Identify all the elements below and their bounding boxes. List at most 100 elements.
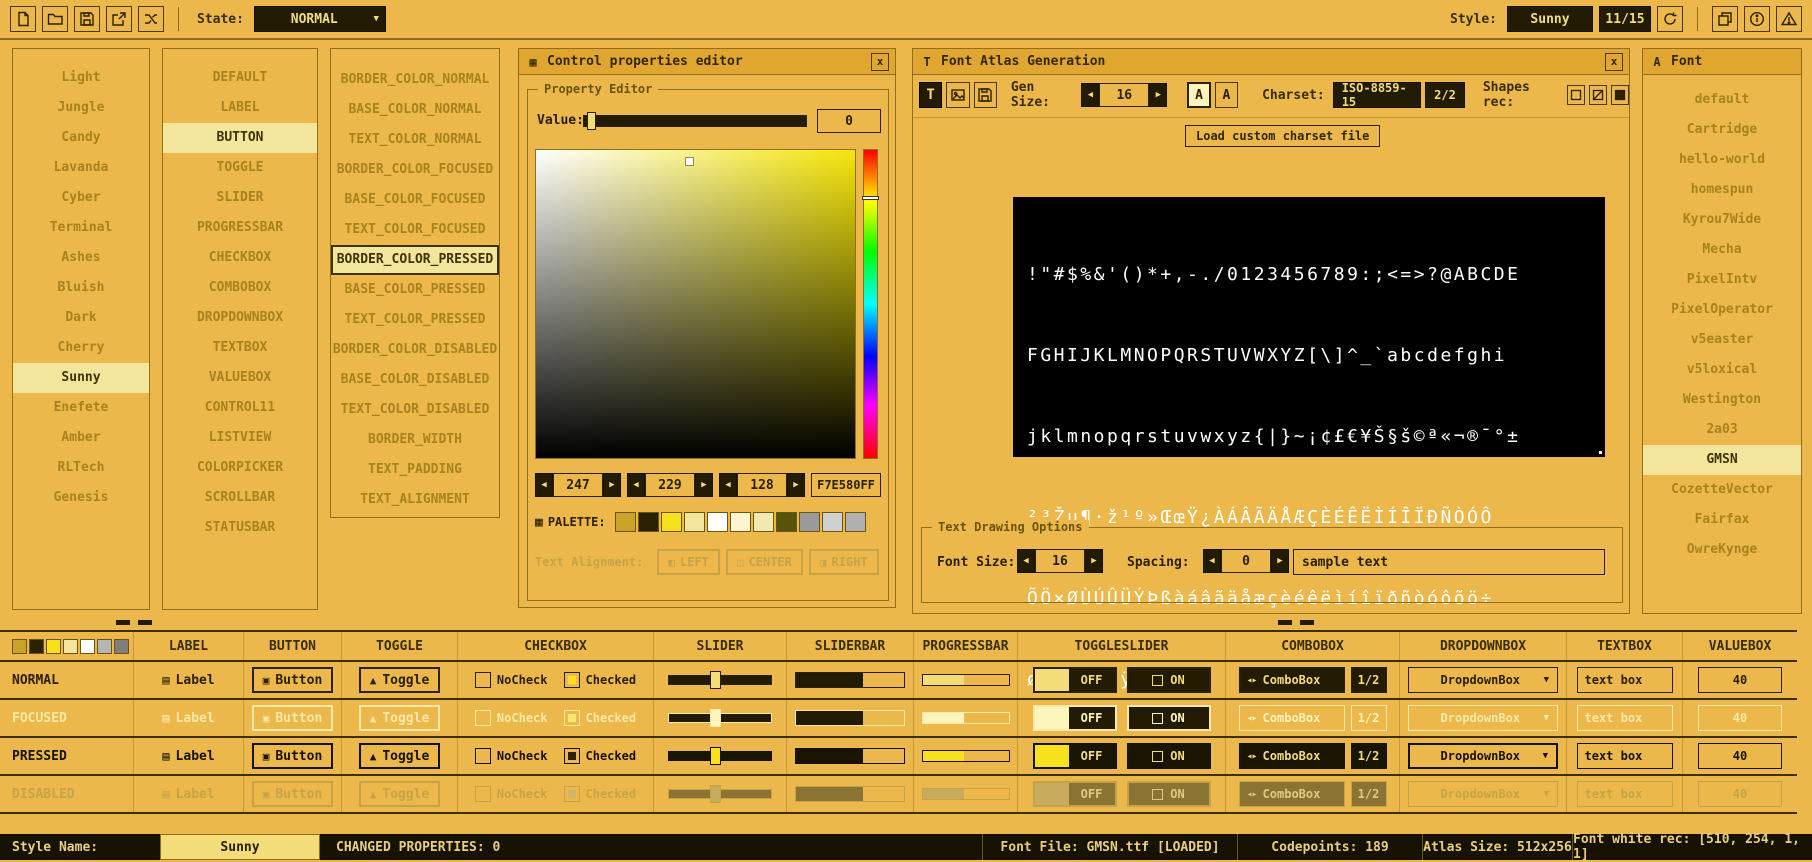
style-counter[interactable]: 11/15 xyxy=(1599,6,1651,32)
property-item[interactable]: TEXT_COLOR_PRESSED xyxy=(331,305,499,335)
blue-value[interactable]: 128 xyxy=(737,473,787,497)
palette-swatch[interactable] xyxy=(753,512,774,532)
control-item[interactable]: CHECKBOX xyxy=(163,243,317,273)
spinner-increase-button[interactable]: ▶ xyxy=(1149,83,1167,107)
spinner-increase-button[interactable]: ▶ xyxy=(1085,549,1103,573)
demo-toggle[interactable]: ▲Toggle xyxy=(359,705,441,731)
style-item[interactable]: Cherry xyxy=(13,333,149,363)
value-box[interactable]: 0 xyxy=(817,109,881,133)
control-item[interactable]: PROGRESSBAR xyxy=(163,213,317,243)
charset-pages[interactable]: 2/2 xyxy=(1425,82,1465,108)
demo-sliderbar[interactable] xyxy=(795,672,905,688)
new-style-button[interactable] xyxy=(10,6,36,32)
demo-textbox[interactable]: text box xyxy=(1577,743,1673,769)
spinner-increase-button[interactable]: ▶ xyxy=(1271,549,1289,573)
demo-toggleslider-on[interactable]: ON xyxy=(1127,667,1211,693)
demo-dropdownbox[interactable]: DropdownBox▼ xyxy=(1408,743,1558,769)
red-value[interactable]: 247 xyxy=(553,473,603,497)
spinner-increase-button[interactable]: ▶ xyxy=(603,473,621,497)
font-item[interactable]: Westington xyxy=(1643,385,1801,415)
control-item[interactable]: CONTROL11 xyxy=(163,393,317,423)
property-item[interactable]: TEXT_COLOR_NORMAL xyxy=(331,125,499,155)
hex-value-box[interactable]: F7E580FF xyxy=(811,473,881,497)
gen-size-value[interactable]: 16 xyxy=(1099,83,1149,107)
close-icon[interactable]: x xyxy=(1605,53,1623,71)
demo-textbox[interactable]: text box xyxy=(1577,667,1673,693)
palette-swatch[interactable] xyxy=(707,512,728,532)
style-item[interactable]: Genesis xyxy=(13,483,149,513)
font-item-selected[interactable]: GMSN xyxy=(1643,445,1801,475)
demo-textbox[interactable]: text box xyxy=(1577,705,1673,731)
value-slider-knob[interactable] xyxy=(587,112,596,130)
demo-dropdownbox[interactable]: DropdownBox▼ xyxy=(1408,705,1558,731)
combobox-counter[interactable]: 1/2 xyxy=(1351,743,1387,769)
font-item[interactable]: PixelOperator xyxy=(1643,295,1801,325)
demo-toggle[interactable]: ▲Toggle xyxy=(359,667,441,693)
control-item[interactable]: LISTVIEW xyxy=(163,423,317,453)
about-button[interactable] xyxy=(1776,6,1802,32)
font-item[interactable]: v5easter xyxy=(1643,325,1801,355)
control-item[interactable]: TOGGLE xyxy=(163,153,317,183)
demo-button[interactable]: ▣Button xyxy=(252,667,334,693)
font-item[interactable]: Cartridge xyxy=(1643,115,1801,145)
slider-knob[interactable] xyxy=(710,671,721,689)
color-picker-marker[interactable] xyxy=(686,158,693,165)
export-atlas-button[interactable] xyxy=(974,82,997,108)
demo-valuebox[interactable]: 40 xyxy=(1698,667,1782,693)
property-item[interactable]: BORDER_COLOR_NORMAL xyxy=(331,65,499,95)
control-item[interactable]: LABEL xyxy=(163,93,317,123)
demo-checkbox-unchecked[interactable]: NoCheck xyxy=(475,748,548,764)
palette-swatch[interactable] xyxy=(638,512,659,532)
demo-toggleslider-off[interactable]: OFF xyxy=(1033,743,1117,769)
window-titlebar[interactable]: T Font Atlas Generation x xyxy=(913,49,1629,75)
control-item[interactable]: DROPDOWNBOX xyxy=(163,303,317,333)
demo-combobox[interactable]: ◂▸ComboBox xyxy=(1239,667,1345,693)
control-item[interactable]: SCROLLBAR xyxy=(163,483,317,513)
property-item[interactable]: BORDER_COLOR_FOCUSED xyxy=(331,155,499,185)
demo-button[interactable]: ▣Button xyxy=(252,743,334,769)
control-item-selected[interactable]: BUTTON xyxy=(163,123,317,153)
palette-swatch[interactable] xyxy=(661,512,682,532)
shapes-rec-cross-button[interactable] xyxy=(1589,85,1607,105)
demo-sliderbar[interactable] xyxy=(795,710,905,726)
style-item[interactable]: Bluish xyxy=(13,273,149,303)
window-titlebar[interactable]: A Font xyxy=(1643,49,1801,75)
font-item[interactable]: OwreKynge xyxy=(1643,535,1801,565)
demo-dropdownbox[interactable]: DropdownBox▼ xyxy=(1408,667,1558,693)
font-item[interactable]: default xyxy=(1643,85,1801,115)
spinner-decrease-button[interactable]: ◀ xyxy=(1203,549,1221,573)
demo-toggle[interactable]: ▲Toggle xyxy=(359,743,441,769)
font-item[interactable]: homespun xyxy=(1643,175,1801,205)
font-item[interactable]: Kyrou7Wide xyxy=(1643,205,1801,235)
reload-style-button[interactable] xyxy=(1657,6,1683,32)
demo-toggleslider-on[interactable]: ON xyxy=(1127,705,1211,731)
window-titlebar[interactable]: ▦ Control properties editor x xyxy=(519,49,895,75)
state-dropdown[interactable]: NORMAL ▼ xyxy=(254,6,386,32)
combobox-counter[interactable]: 1/2 xyxy=(1351,667,1387,693)
font-item[interactable]: Mecha xyxy=(1643,235,1801,265)
property-item[interactable]: TEXT_ALIGNMENT xyxy=(331,485,499,515)
property-item[interactable]: BORDER_WIDTH xyxy=(331,425,499,455)
property-item[interactable]: TEXT_COLOR_DISABLED xyxy=(331,395,499,425)
palette-swatch[interactable] xyxy=(822,512,843,532)
demo-combobox[interactable]: ◂▸ComboBox xyxy=(1239,743,1345,769)
demo-toggleslider-on[interactable]: ON xyxy=(1127,743,1211,769)
sample-text-input[interactable] xyxy=(1293,549,1605,575)
palette-swatch[interactable] xyxy=(845,512,866,532)
spinner-decrease-button[interactable]: ◀ xyxy=(1081,83,1099,107)
property-item[interactable]: BASE_COLOR_PRESSED xyxy=(331,275,499,305)
font-item[interactable]: PixelIntv xyxy=(1643,265,1801,295)
combobox-counter[interactable]: 1/2 xyxy=(1351,705,1387,731)
load-font-button[interactable] xyxy=(946,82,969,108)
style-item[interactable]: Cyber xyxy=(13,183,149,213)
default-charset-button[interactable]: A xyxy=(1215,82,1238,108)
value-slider[interactable] xyxy=(583,115,807,127)
property-item-selected[interactable]: BORDER_COLOR_PRESSED xyxy=(331,245,499,275)
export-style-button[interactable] xyxy=(106,6,132,32)
demo-checkbox-checked[interactable]: Checked xyxy=(564,710,637,726)
font-item[interactable]: v5loxical xyxy=(1643,355,1801,385)
color-picker[interactable] xyxy=(535,149,856,459)
hue-bar[interactable] xyxy=(863,149,878,459)
demo-valuebox[interactable]: 40 xyxy=(1698,705,1782,731)
demo-checkbox-unchecked[interactable]: NoCheck xyxy=(475,710,548,726)
